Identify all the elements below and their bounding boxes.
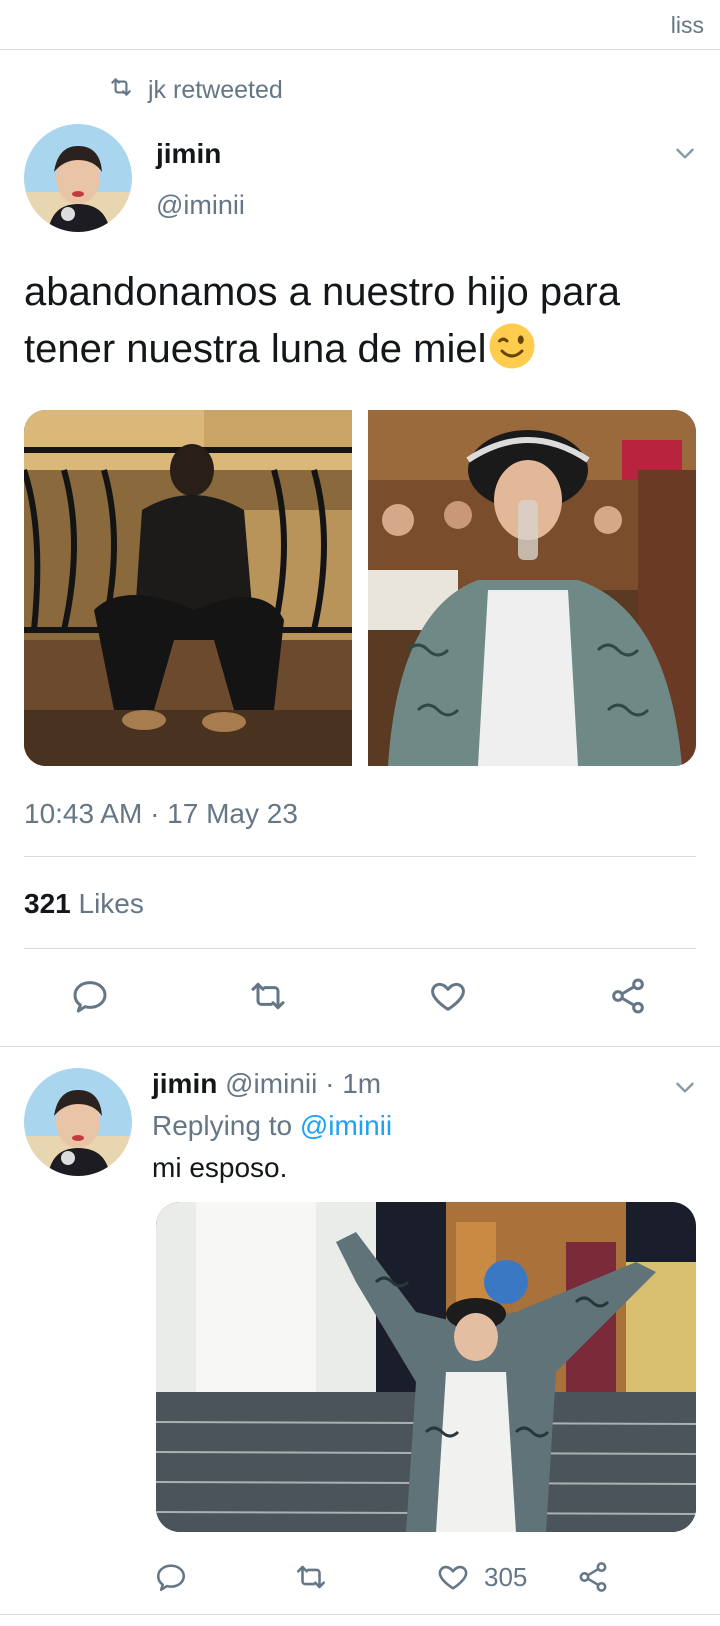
divider xyxy=(24,856,696,857)
reply-author-handle[interactable]: @iminii xyxy=(225,1068,317,1099)
share-button[interactable] xyxy=(608,976,648,1016)
retweeted-by-text: jk retweeted xyxy=(148,76,283,104)
reply-time-separator: · xyxy=(325,1068,335,1099)
bottom-divider xyxy=(0,1614,720,1615)
heart-icon xyxy=(431,982,465,1011)
chevron-down-icon[interactable] xyxy=(672,1074,698,1100)
reply-share-button[interactable] xyxy=(576,1560,610,1594)
replying-to-handle[interactable]: @iminii xyxy=(300,1110,392,1141)
heart-icon xyxy=(438,1565,468,1590)
tweet-photo-2[interactable] xyxy=(368,410,696,766)
share-icon xyxy=(579,1562,607,1592)
likes-number: 321 xyxy=(24,888,71,919)
reply-icon xyxy=(73,981,107,1013)
reply-retweet-button[interactable] xyxy=(294,1560,328,1594)
reply-photo[interactable] xyxy=(156,1202,696,1532)
reply-icon xyxy=(156,1564,186,1592)
divider xyxy=(24,948,696,949)
reply-text: mi esposo. xyxy=(152,1152,288,1183)
chevron-down-icon[interactable] xyxy=(672,140,698,166)
retweet-icon xyxy=(251,982,285,1010)
like-button[interactable] xyxy=(428,976,468,1016)
reply-like-button[interactable]: 305 xyxy=(436,1560,527,1594)
retweet-button[interactable] xyxy=(248,976,288,1016)
replying-to-prefix: Replying to xyxy=(152,1110,293,1141)
reply-author-name[interactable]: jimin xyxy=(152,1068,217,1099)
corner-label: liss xyxy=(670,12,704,38)
likes-label: Likes xyxy=(78,888,144,919)
tweet-text: abandonamos a nuestro hijo para tener nu… xyxy=(24,264,700,378)
reply-time[interactable]: 1m xyxy=(342,1068,381,1099)
retweet-icon xyxy=(296,1565,326,1589)
reply-avatar[interactable] xyxy=(24,1068,132,1176)
replying-to-line: Replying to @iminii xyxy=(152,1110,392,1142)
retweeted-by-line[interactable]: jk retweeted xyxy=(108,74,283,107)
author-name[interactable]: jimin xyxy=(156,138,221,170)
avatar[interactable] xyxy=(24,124,132,232)
reply-button[interactable] xyxy=(70,976,110,1016)
tweet-timestamp[interactable]: 10:43 AM · 17 May 23 xyxy=(24,798,298,830)
likes-count[interactable]: 321 Likes xyxy=(24,888,144,920)
reply-like-count: 305 xyxy=(484,1561,528,1592)
author-handle[interactable]: @iminii xyxy=(156,190,245,221)
top-bar: liss xyxy=(0,0,720,50)
retweet-icon xyxy=(108,74,134,107)
winking-face-icon xyxy=(489,323,534,369)
thread-separator xyxy=(0,1046,720,1047)
reply-header: jimin @iminii · 1m xyxy=(152,1068,381,1100)
share-icon xyxy=(612,978,644,1014)
reply-reply-button[interactable] xyxy=(154,1560,188,1594)
tweet-photo-1[interactable] xyxy=(24,410,352,766)
